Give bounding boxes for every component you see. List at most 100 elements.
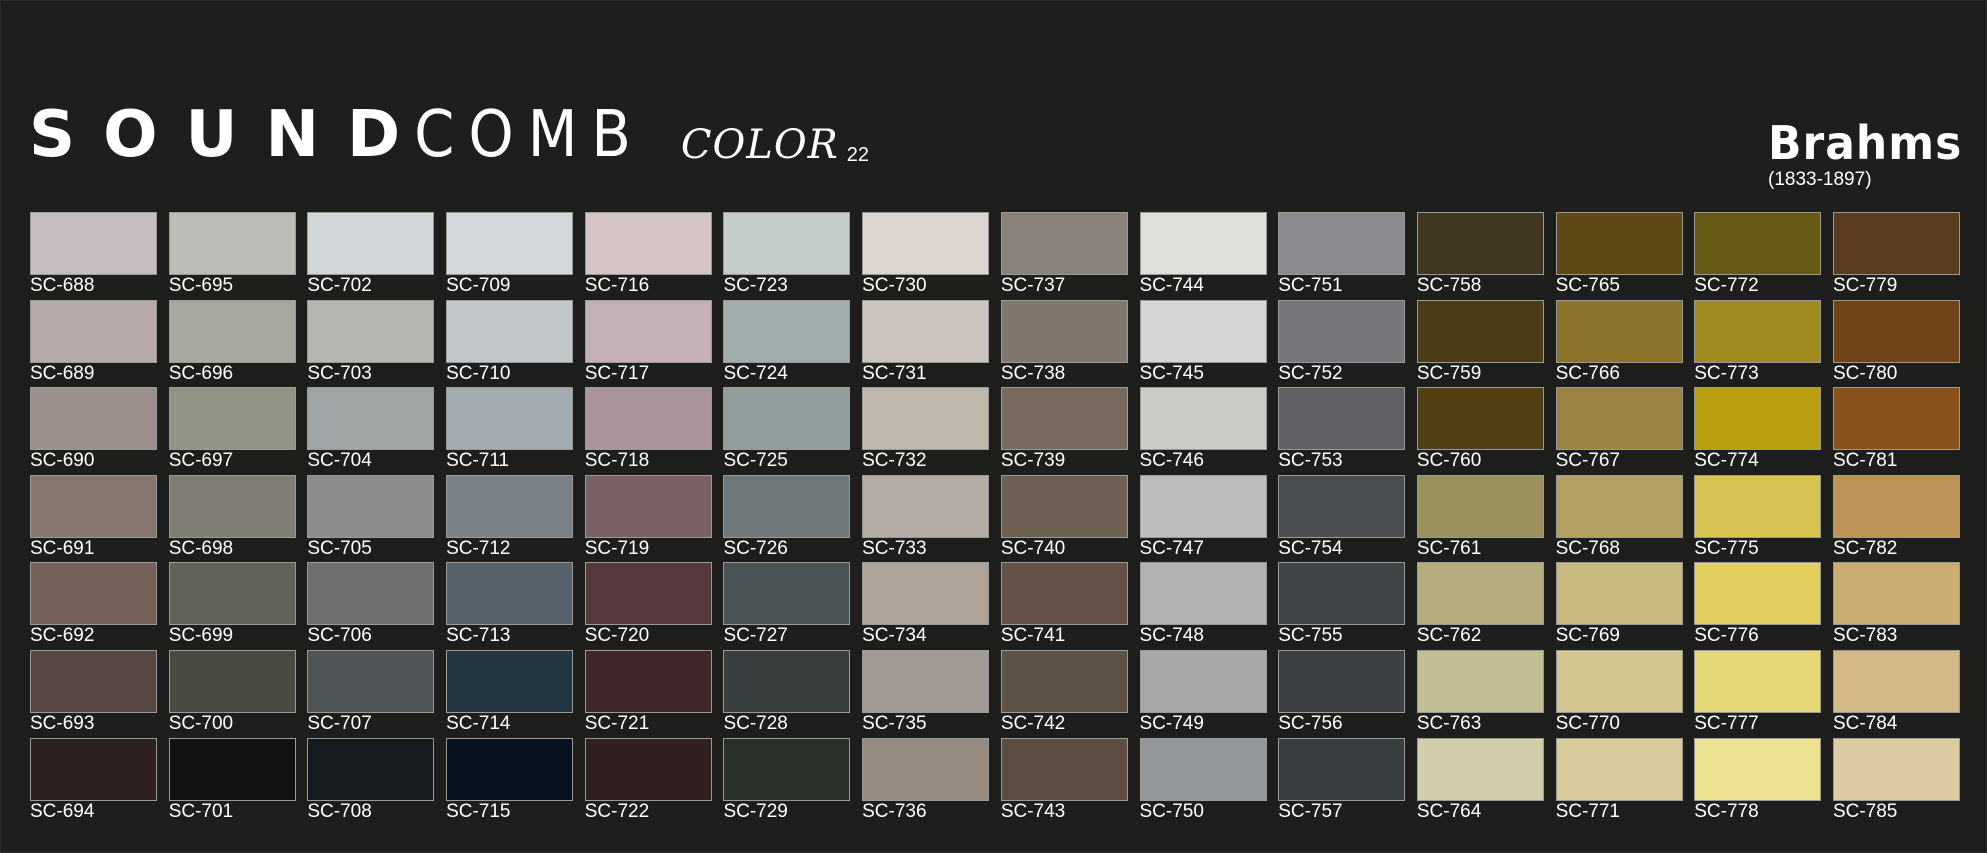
color-chip[interactable] — [30, 387, 157, 451]
swatch-item[interactable]: SC-694 — [30, 737, 157, 826]
swatch-item[interactable]: SC-730 — [862, 212, 990, 300]
swatch-item[interactable]: SC-720 — [584, 562, 712, 650]
swatch-item[interactable]: SC-693 — [30, 649, 157, 738]
swatch-item[interactable]: SC-749 — [1139, 649, 1267, 738]
color-chip[interactable] — [1139, 387, 1267, 451]
color-chip[interactable] — [1416, 474, 1544, 538]
color-chip[interactable] — [584, 299, 712, 363]
swatch-item[interactable]: SC-718 — [584, 387, 712, 475]
swatch-item[interactable]: SC-753 — [1278, 387, 1406, 475]
swatch-item[interactable]: SC-727 — [723, 562, 851, 650]
swatch-item[interactable]: SC-715 — [446, 737, 574, 826]
swatch-item[interactable]: SC-713 — [446, 562, 574, 650]
color-chip[interactable] — [723, 299, 851, 363]
swatch-item[interactable]: SC-737 — [1000, 212, 1128, 300]
swatch-item[interactable]: SC-742 — [1000, 649, 1128, 738]
swatch-item[interactable]: SC-721 — [584, 649, 712, 738]
color-chip[interactable] — [1416, 562, 1544, 626]
swatch-item[interactable]: SC-702 — [307, 212, 435, 300]
swatch-item[interactable]: SC-780 — [1832, 299, 1960, 388]
swatch-item[interactable]: SC-744 — [1139, 212, 1267, 300]
color-chip[interactable] — [1278, 649, 1406, 713]
swatch-item[interactable]: SC-759 — [1416, 299, 1544, 388]
swatch-item[interactable]: SC-762 — [1416, 562, 1544, 650]
swatch-item[interactable]: SC-695 — [168, 212, 296, 300]
swatch-item[interactable]: SC-728 — [723, 649, 851, 738]
color-chip[interactable] — [1416, 649, 1544, 713]
swatch-item[interactable]: SC-739 — [1000, 387, 1128, 475]
swatch-item[interactable]: SC-700 — [168, 649, 296, 738]
color-chip[interactable] — [862, 649, 990, 713]
color-chip[interactable] — [1694, 562, 1822, 626]
swatch-item[interactable]: SC-732 — [862, 387, 990, 475]
color-chip[interactable] — [168, 737, 296, 801]
swatch-item[interactable]: SC-756 — [1278, 649, 1406, 738]
swatch-item[interactable]: SC-757 — [1278, 737, 1406, 826]
swatch-item[interactable]: SC-688 — [30, 212, 157, 300]
color-chip[interactable] — [1694, 387, 1822, 451]
swatch-item[interactable]: SC-719 — [584, 474, 712, 563]
swatch-item[interactable]: SC-784 — [1832, 649, 1960, 738]
swatch-item[interactable]: SC-717 — [584, 299, 712, 388]
swatch-item[interactable]: SC-699 — [168, 562, 296, 650]
color-chip[interactable] — [862, 737, 990, 801]
swatch-item[interactable]: SC-760 — [1416, 387, 1544, 475]
color-chip[interactable] — [168, 649, 296, 713]
swatch-item[interactable]: SC-778 — [1694, 737, 1822, 826]
color-chip[interactable] — [1694, 737, 1822, 801]
color-chip[interactable] — [307, 299, 435, 363]
color-chip[interactable] — [446, 562, 574, 626]
color-chip[interactable] — [723, 387, 851, 451]
swatch-item[interactable]: SC-729 — [723, 737, 851, 826]
color-chip[interactable] — [723, 562, 851, 626]
swatch-item[interactable]: SC-706 — [307, 562, 435, 650]
color-chip[interactable] — [1555, 737, 1683, 801]
swatch-item[interactable]: SC-748 — [1139, 562, 1267, 650]
color-chip[interactable] — [862, 562, 990, 626]
color-chip[interactable] — [1832, 737, 1960, 801]
color-chip[interactable] — [1000, 737, 1128, 801]
color-chip[interactable] — [723, 474, 851, 538]
color-chip[interactable] — [446, 299, 574, 363]
color-chip[interactable] — [307, 737, 435, 801]
color-chip[interactable] — [1139, 212, 1267, 275]
swatch-item[interactable]: SC-740 — [1000, 474, 1128, 563]
color-chip[interactable] — [1000, 649, 1128, 713]
swatch-item[interactable]: SC-725 — [723, 387, 851, 475]
color-chip[interactable] — [446, 387, 574, 451]
swatch-item[interactable]: SC-773 — [1694, 299, 1822, 388]
swatch-item[interactable]: SC-734 — [862, 562, 990, 650]
color-chip[interactable] — [1139, 649, 1267, 713]
swatch-item[interactable]: SC-722 — [584, 737, 712, 826]
color-chip[interactable] — [1278, 387, 1406, 451]
color-chip[interactable] — [1555, 562, 1683, 626]
swatch-item[interactable]: SC-705 — [307, 474, 435, 563]
color-chip[interactable] — [1000, 299, 1128, 363]
color-chip[interactable] — [584, 649, 712, 713]
color-chip[interactable] — [1278, 562, 1406, 626]
swatch-item[interactable]: SC-745 — [1139, 299, 1267, 388]
color-chip[interactable] — [1555, 474, 1683, 538]
color-chip[interactable] — [307, 562, 435, 626]
swatch-item[interactable]: SC-761 — [1416, 474, 1544, 563]
color-chip[interactable] — [446, 212, 574, 275]
color-chip[interactable] — [1832, 649, 1960, 713]
color-chip[interactable] — [307, 474, 435, 538]
color-chip[interactable] — [862, 212, 990, 275]
swatch-item[interactable]: SC-726 — [723, 474, 851, 563]
color-chip[interactable] — [1278, 737, 1406, 801]
swatch-item[interactable]: SC-768 — [1555, 474, 1683, 563]
swatch-item[interactable]: SC-711 — [446, 387, 574, 475]
color-chip[interactable] — [1555, 649, 1683, 713]
color-chip[interactable] — [1000, 387, 1128, 451]
color-chip[interactable] — [1278, 212, 1406, 275]
color-chip[interactable] — [584, 737, 712, 801]
swatch-item[interactable]: SC-735 — [862, 649, 990, 738]
swatch-item[interactable]: SC-697 — [168, 387, 296, 475]
swatch-item[interactable]: SC-710 — [446, 299, 574, 388]
swatch-item[interactable]: SC-750 — [1139, 737, 1267, 826]
swatch-item[interactable]: SC-708 — [307, 737, 435, 826]
color-chip[interactable] — [1832, 299, 1960, 363]
swatch-item[interactable]: SC-698 — [168, 474, 296, 563]
color-chip[interactable] — [1694, 474, 1822, 538]
